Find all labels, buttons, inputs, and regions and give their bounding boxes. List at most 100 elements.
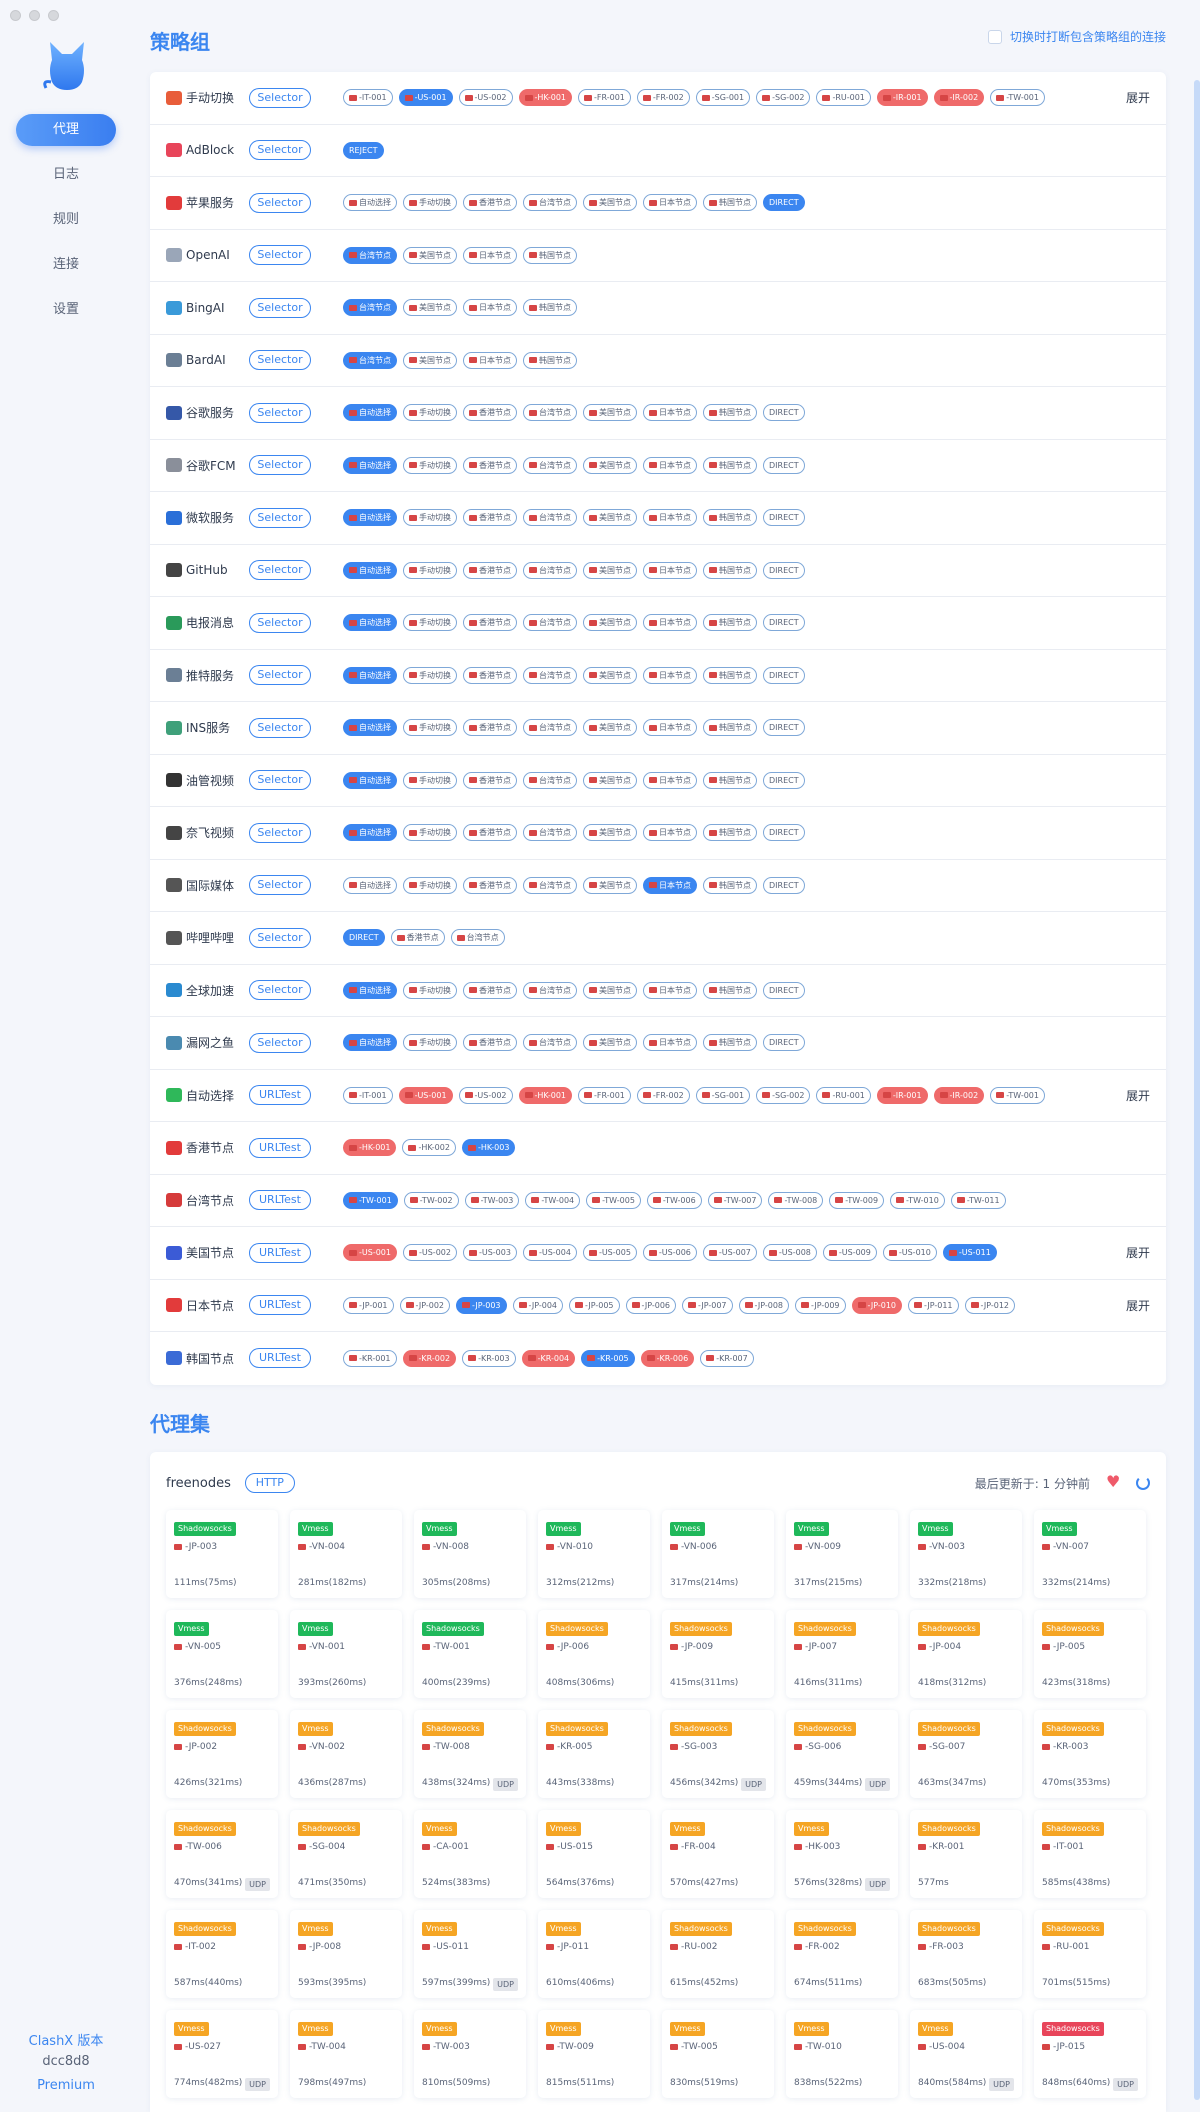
- proxy-chip[interactable]: 自动选择: [343, 456, 397, 474]
- proxy-node-card[interactable]: Vmess -VN-007 332ms(214ms): [1034, 1510, 1146, 1598]
- proxy-node-card[interactable]: Vmess -VN-004 281ms(182ms): [290, 1510, 402, 1598]
- proxy-node-card[interactable]: Vmess -TW-009 815ms(511ms): [538, 2010, 650, 2098]
- expand-button[interactable]: 展开: [1126, 1297, 1150, 1314]
- proxy-chip[interactable]: 手动切换: [403, 719, 457, 737]
- expand-button[interactable]: 展开: [1126, 89, 1150, 106]
- proxy-chip[interactable]: 香港节点: [463, 981, 517, 999]
- proxy-node-card[interactable]: Shadowsocks -KR-003 470ms(353ms): [1034, 1710, 1146, 1798]
- proxy-chip[interactable]: 美国节点: [583, 194, 637, 212]
- proxy-chip[interactable]: 日本节点: [643, 194, 697, 212]
- sidebar-nav-item[interactable]: 日志: [16, 159, 116, 191]
- proxy-chip[interactable]: -US-002: [402, 1244, 457, 1262]
- proxy-chip[interactable]: 自动选择: [343, 614, 397, 632]
- proxy-chip[interactable]: 美国节点: [583, 981, 637, 999]
- proxy-chip[interactable]: -SG-001: [695, 1086, 751, 1104]
- proxy-chip[interactable]: DIRECT: [763, 561, 805, 579]
- proxy-chip[interactable]: 香港节点: [463, 509, 517, 527]
- proxy-chip[interactable]: 香港节点: [463, 404, 517, 422]
- proxy-chip[interactable]: -US-011: [942, 1244, 997, 1262]
- proxy-chip[interactable]: 美国节点: [403, 246, 457, 264]
- proxy-chip[interactable]: -FR-001: [578, 89, 631, 107]
- proxy-chip[interactable]: -JP-006: [625, 1296, 676, 1314]
- proxy-chip[interactable]: -FR-002: [636, 89, 690, 107]
- proxy-chip[interactable]: -TW-008: [768, 1191, 824, 1209]
- proxy-node-card[interactable]: Shadowsocks -JP-015 848ms(640ms) UDP: [1034, 2010, 1146, 2098]
- proxy-chip[interactable]: 手动切换: [403, 666, 457, 684]
- proxy-chip[interactable]: 韩国节点: [703, 876, 757, 894]
- proxy-chip[interactable]: 美国节点: [583, 404, 637, 422]
- proxy-chip[interactable]: 香港节点: [463, 194, 517, 212]
- proxy-chip[interactable]: 手动切换: [403, 614, 457, 632]
- proxy-chip[interactable]: 美国节点: [583, 824, 637, 842]
- proxy-node-card[interactable]: Shadowsocks -SG-004 471ms(350ms): [290, 1810, 402, 1898]
- proxy-chip[interactable]: -TW-007: [707, 1191, 763, 1209]
- proxy-node-card[interactable]: Shadowsocks -TW-006 470ms(341ms) UDP: [166, 1810, 278, 1898]
- interrupt-connections-checkbox[interactable]: [987, 29, 1002, 44]
- proxy-chip[interactable]: 手动切换: [403, 981, 457, 999]
- proxy-chip[interactable]: 台湾节点: [343, 299, 397, 317]
- proxy-node-card[interactable]: Vmess -CA-001 524ms(383ms): [414, 1810, 526, 1898]
- proxy-chip[interactable]: 台湾节点: [523, 456, 577, 474]
- proxy-chip[interactable]: -TW-001: [343, 1191, 398, 1209]
- proxy-node-card[interactable]: Vmess -US-011 597ms(399ms) UDP: [414, 1910, 526, 1998]
- proxy-chip[interactable]: 韩国节点: [703, 824, 757, 842]
- proxy-chip[interactable]: 自动选择: [343, 771, 397, 789]
- proxy-chip[interactable]: 台湾节点: [450, 929, 505, 947]
- proxy-chip[interactable]: 手动切换: [403, 824, 457, 842]
- proxy-node-card[interactable]: Shadowsocks -IT-001 585ms(438ms): [1034, 1810, 1146, 1898]
- proxy-chip[interactable]: 台湾节点: [343, 351, 397, 369]
- proxy-chip[interactable]: -JP-003: [456, 1296, 507, 1314]
- proxy-node-card[interactable]: Vmess -FR-004 570ms(427ms): [662, 1810, 774, 1898]
- proxy-chip[interactable]: 日本节点: [643, 509, 697, 527]
- proxy-chip[interactable]: -FR-001: [578, 1086, 631, 1104]
- proxy-chip[interactable]: 香港节点: [463, 666, 517, 684]
- proxy-chip[interactable]: -JP-004: [512, 1296, 563, 1314]
- proxy-chip[interactable]: -US-001: [398, 89, 453, 107]
- proxy-node-card[interactable]: Vmess -VN-009 317ms(215ms): [786, 1510, 898, 1598]
- proxy-chip[interactable]: -US-003: [462, 1244, 517, 1262]
- proxy-chip[interactable]: -SG-001: [695, 89, 751, 107]
- proxy-chip[interactable]: -RU-001: [816, 1086, 871, 1104]
- proxy-chip[interactable]: -KR-005: [581, 1349, 635, 1367]
- proxy-chip[interactable]: -US-006: [642, 1244, 697, 1262]
- proxy-chip[interactable]: 香港节点: [463, 771, 517, 789]
- premium-label[interactable]: Premium: [0, 2078, 132, 2093]
- proxy-chip[interactable]: -HK-001: [518, 1086, 572, 1104]
- proxy-chip[interactable]: 自动选择: [343, 876, 397, 894]
- proxy-chip[interactable]: 韩国节点: [523, 351, 577, 369]
- proxy-node-card[interactable]: Vmess -VN-010 312ms(212ms): [538, 1510, 650, 1598]
- refresh-icon[interactable]: [1136, 1476, 1150, 1490]
- proxy-chip[interactable]: 韩国节点: [703, 194, 757, 212]
- proxy-chip[interactable]: 手动切换: [403, 771, 457, 789]
- proxy-chip[interactable]: -HK-001: [518, 89, 572, 107]
- proxy-chip[interactable]: -TW-001: [990, 89, 1045, 107]
- proxy-node-card[interactable]: Shadowsocks -SG-006 459ms(344ms) UDP: [786, 1710, 898, 1798]
- proxy-chip[interactable]: 美国节点: [583, 719, 637, 737]
- proxy-chip[interactable]: 韩国节点: [703, 1034, 757, 1052]
- expand-button[interactable]: 展开: [1126, 1087, 1150, 1104]
- proxy-chip[interactable]: DIRECT: [763, 404, 805, 422]
- proxy-node-card[interactable]: Shadowsocks -JP-009 415ms(311ms): [662, 1610, 774, 1698]
- proxy-node-card[interactable]: Shadowsocks -JP-003 111ms(75ms): [166, 1510, 278, 1598]
- proxy-chip[interactable]: 美国节点: [403, 299, 457, 317]
- proxy-chip[interactable]: 韩国节点: [523, 246, 577, 264]
- proxy-chip[interactable]: -KR-001: [343, 1349, 397, 1367]
- proxy-chip[interactable]: 台湾节点: [523, 614, 577, 632]
- proxy-chip[interactable]: 日本节点: [463, 299, 517, 317]
- proxy-chip[interactable]: 自动选择: [343, 194, 397, 212]
- proxy-chip[interactable]: 自动选择: [343, 404, 397, 422]
- proxy-chip[interactable]: 手动切换: [403, 509, 457, 527]
- sidebar-nav-item[interactable]: 设置: [16, 294, 116, 326]
- proxy-chip[interactable]: -JP-010: [851, 1296, 902, 1314]
- proxy-node-card[interactable]: Shadowsocks -JP-004 418ms(312ms): [910, 1610, 1022, 1698]
- proxy-node-card[interactable]: Shadowsocks -FR-002 674ms(511ms): [786, 1910, 898, 1998]
- proxy-chip[interactable]: 美国节点: [583, 876, 637, 894]
- proxy-chip[interactable]: 香港节点: [463, 876, 517, 894]
- proxy-chip[interactable]: 自动选择: [343, 509, 397, 527]
- proxy-chip[interactable]: -IR-002: [933, 89, 985, 107]
- proxy-chip[interactable]: 香港节点: [463, 561, 517, 579]
- proxy-chip[interactable]: 日本节点: [643, 876, 697, 894]
- proxy-chip[interactable]: 自动选择: [343, 824, 397, 842]
- proxy-chip[interactable]: -TW-003: [464, 1191, 520, 1209]
- proxy-chip[interactable]: -SG-002: [756, 89, 811, 107]
